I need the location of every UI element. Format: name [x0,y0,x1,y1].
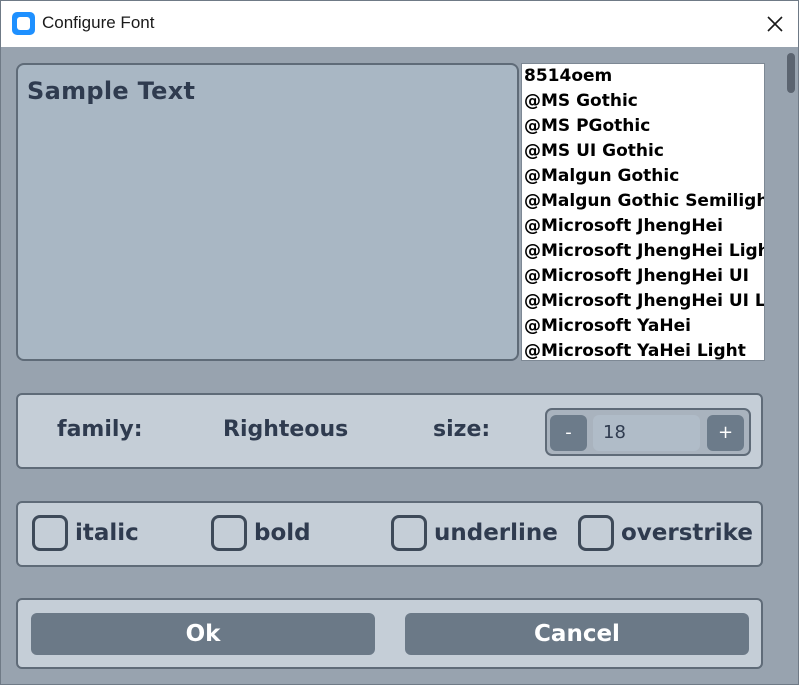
overstrike-label: overstrike [621,520,753,546]
font-list-item[interactable]: @MS UI Gothic [522,139,764,164]
font-list-item[interactable]: @Microsoft JhengHei Light [522,239,764,264]
scrollbar-thumb[interactable] [787,53,795,93]
sample-preview: Sample Text [16,63,519,361]
app-icon [12,12,35,35]
window-scrollbar[interactable] [782,48,798,684]
size-label: size: [433,417,491,442]
close-button[interactable] [752,1,798,47]
size-decrease-button[interactable]: - [550,415,587,451]
overstrike-checkbox-box[interactable] [578,515,614,551]
font-list-item[interactable]: 8514oem [522,64,764,89]
font-list-item[interactable]: @Malgun Gothic Semilight [522,189,764,214]
bold-checkbox-box[interactable] [211,515,247,551]
size-input[interactable]: 18 [593,415,700,451]
font-list-item[interactable]: @MS Gothic [522,89,764,114]
font-list-item[interactable]: @MS PGothic [522,114,764,139]
underline-label: underline [434,520,558,546]
font-family-list[interactable]: 8514oem @MS Gothic @MS PGothic @MS UI Go… [521,63,765,361]
action-buttons-panel: Ok Cancel [16,598,763,669]
size-increase-button[interactable]: + [707,415,744,451]
font-list-item[interactable]: @Microsoft JhengHei [522,214,764,239]
underline-checkbox-box[interactable] [391,515,427,551]
configure-font-dialog: Configure Font Sample Text 8514oem @MS G… [0,0,799,685]
font-list-item[interactable]: @Microsoft JhengHei UI [522,264,764,289]
font-list-item[interactable]: @Microsoft JhengHei UI Light [522,289,764,314]
font-list-item[interactable]: @Microsoft YaHei Light [522,339,764,360]
family-size-panel: family: Righteous size: - 18 + [16,393,763,469]
size-stepper: - 18 + [545,408,751,456]
ok-button[interactable]: Ok [31,613,375,655]
bold-label: bold [254,520,311,546]
sample-text: Sample Text [27,77,196,105]
italic-checkbox-box[interactable] [32,515,68,551]
close-icon [767,16,783,32]
font-list-item[interactable]: @Malgun Gothic [522,164,764,189]
overstrike-checkbox[interactable]: overstrike [578,515,753,551]
bold-checkbox[interactable]: bold [211,515,311,551]
underline-checkbox[interactable]: underline [391,515,558,551]
window-title: Configure Font [42,13,155,32]
font-list-item[interactable]: @Microsoft YaHei [522,314,764,339]
family-label: family: [57,417,143,442]
cancel-button[interactable]: Cancel [405,613,749,655]
italic-label: italic [75,520,139,546]
font-styles-panel: italic bold underline overstrike [16,501,763,567]
title-bar: Configure Font [1,1,798,47]
italic-checkbox[interactable]: italic [32,515,139,551]
family-value: Righteous [223,417,349,442]
